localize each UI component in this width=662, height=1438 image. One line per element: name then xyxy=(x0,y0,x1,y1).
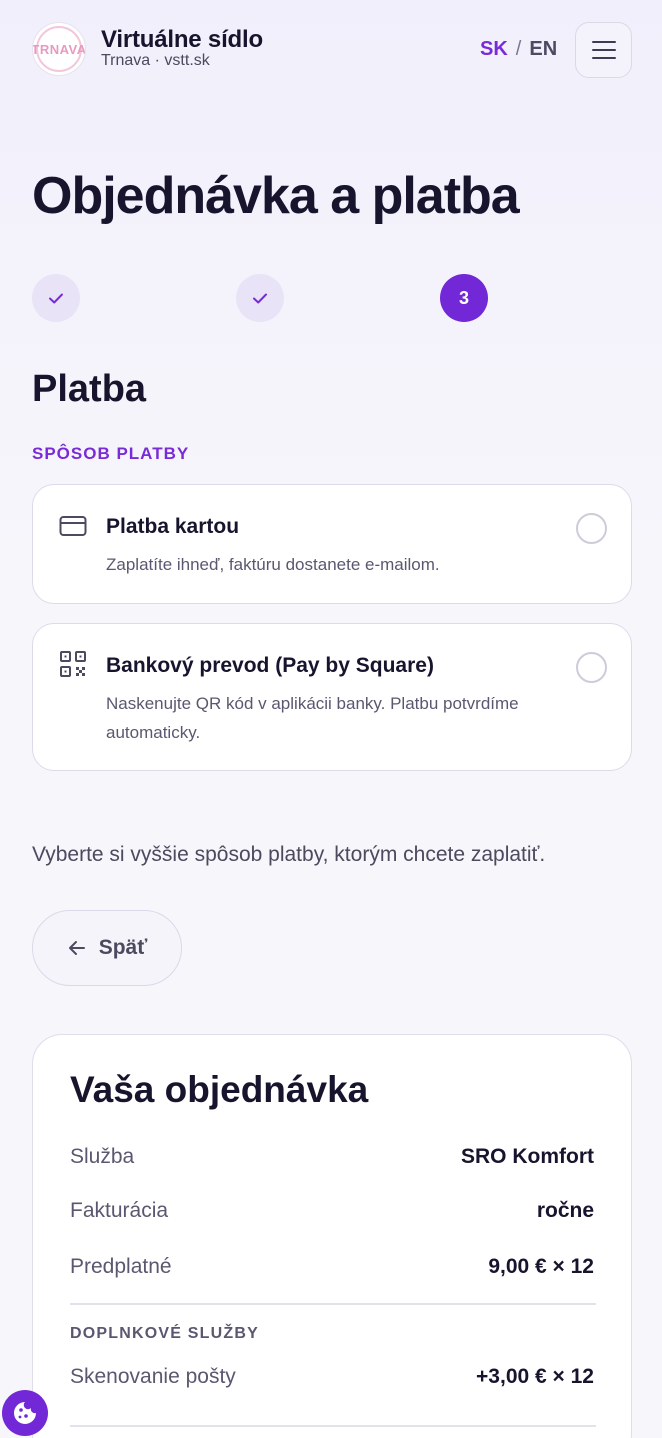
check-icon xyxy=(253,293,267,304)
summary-row-value: SRO Komfort xyxy=(461,1145,594,1168)
payment-option-title: Platba kartou xyxy=(106,515,240,538)
addon-row-label: Skenovanie pošty xyxy=(70,1365,236,1388)
payment-option-title: Bankový prevod (Pay by Square) xyxy=(106,654,434,677)
summary-row-label: Fakturácia xyxy=(70,1199,169,1222)
lang-en-link[interactable]: EN xyxy=(529,38,557,61)
logo[interactable]: TRNAVA xyxy=(32,22,86,76)
payment-hint: Vyberte si vyššie spôsob platby, ktorým … xyxy=(32,843,546,866)
brand-subtitle: Trnava · vstt.sk xyxy=(101,52,210,69)
lang-sk-link[interactable]: SK xyxy=(480,38,508,61)
cookie-icon xyxy=(14,1402,36,1424)
menu-button[interactable] xyxy=(575,22,632,78)
language-switcher: SK / EN xyxy=(480,38,557,61)
payment-option-desc: Naskenujte QR kód v aplikácii banky. Pla… xyxy=(106,694,519,742)
step-3-active: 3 xyxy=(440,274,488,322)
payment-option-bank-transfer[interactable]: Bankový prevod (Pay by Square) Naskenujt… xyxy=(32,623,632,771)
step-1-done[interactable] xyxy=(32,274,80,322)
payment-option-desc: Zaplatíte ihneď, faktúru dostanete e-mai… xyxy=(106,555,440,574)
arrow-left-icon xyxy=(68,941,85,955)
divider xyxy=(70,1425,596,1427)
check-icon xyxy=(49,293,63,304)
divider xyxy=(70,1303,596,1305)
back-button-label: Späť xyxy=(98,936,148,959)
summary-row-label: Služba xyxy=(70,1145,135,1168)
page: TRNAVA Virtuálne sídlo Trnava · vstt.sk … xyxy=(0,0,662,1438)
back-button[interactable]: Späť xyxy=(32,910,182,986)
addons-label: DOPLNKOVÉ SLUŽBY xyxy=(70,1325,259,1342)
step-2-done[interactable] xyxy=(236,274,284,322)
addon-row-value: +3,00 € × 12 xyxy=(476,1365,594,1388)
payment-option-card[interactable]: Platba kartou Zaplatíte ihneď, faktúru d… xyxy=(32,484,632,604)
order-summary-title: Vaša objednávka xyxy=(70,1069,369,1110)
credit-card-icon xyxy=(59,516,87,536)
radio-bank-transfer[interactable] xyxy=(576,652,607,683)
summary-row-label: Predplatné xyxy=(70,1255,172,1278)
qr-code-icon xyxy=(60,651,86,677)
lang-separator: / xyxy=(515,38,522,60)
header: TRNAVA Virtuálne sídlo Trnava · vstt.sk … xyxy=(0,0,662,100)
hamburger-icon xyxy=(591,41,616,59)
cookie-settings-button[interactable] xyxy=(2,1390,48,1436)
page-title: Objednávka a platba xyxy=(32,167,520,225)
summary-row-value: ročne xyxy=(536,1199,594,1222)
summary-row-value: 9,00 € × 12 xyxy=(488,1255,594,1278)
brand-title[interactable]: Virtuálne sídlo xyxy=(101,26,263,54)
payment-method-label: SPÔSOB PLATBY xyxy=(32,444,190,463)
order-summary-card: Vaša objednávka Služba SRO Komfort Faktu… xyxy=(32,1034,632,1438)
radio-card[interactable] xyxy=(576,513,607,544)
logo-text: TRNAVA xyxy=(32,41,86,57)
section-title-payment: Platba xyxy=(32,368,147,410)
